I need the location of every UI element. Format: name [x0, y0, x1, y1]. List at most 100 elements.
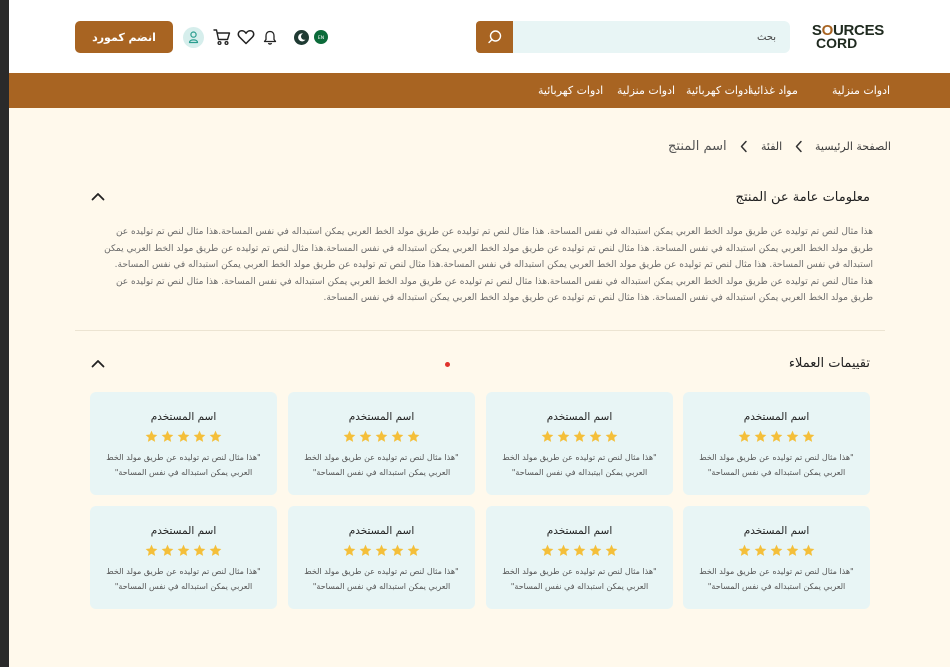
star-icon: [177, 544, 190, 556]
product-description: هذا مثال لنص تم توليده عن طريق مولد الخط…: [104, 227, 873, 303]
account-button[interactable]: [183, 27, 204, 48]
review-card: اسم المستخدم "هذا مثال لنص تم توليده عن ط…: [288, 392, 475, 495]
star-icon: [209, 430, 222, 442]
star-icon: [589, 544, 602, 556]
search-bar: [476, 21, 790, 53]
review-rating: [288, 430, 475, 443]
review-text: "هذا مثال لنص تم توليده عن طريق مولد الخ…: [304, 567, 459, 591]
join-as-supplier-button[interactable]: انضم كمورد: [75, 21, 173, 53]
logo[interactable]: SOURCES CORD: [810, 23, 884, 51]
star-icon: [359, 544, 372, 556]
notifications-button[interactable]: [263, 30, 277, 45]
page: SOURCES CORD EN: [9, 0, 950, 667]
review-username: اسم المستخدم: [348, 525, 415, 537]
star-icon: [177, 430, 190, 442]
review-text: "هذا مثال لنص تم توليده عن طريق مولد الخ…: [699, 567, 854, 591]
chevron-left-icon: [740, 140, 747, 153]
review-card: اسم المستخدم "هذا مثال لنص تم توليده عن ط…: [288, 506, 475, 609]
star-icon: [754, 430, 767, 442]
star-icon: [770, 544, 783, 556]
review-username: اسم المستخدم: [348, 411, 415, 423]
star-icon: [343, 430, 356, 442]
review-username: اسم المستخدم: [546, 525, 613, 537]
review-username: اسم المستخدم: [150, 525, 217, 537]
star-icon: [209, 544, 222, 556]
nav-item-home-tools-2[interactable]: ادوات منزلية: [617, 73, 675, 108]
review-rating: [683, 430, 870, 443]
star-icon: [557, 544, 570, 556]
review-rating: [486, 544, 673, 557]
chevron-left-icon: [795, 140, 802, 153]
breadcrumb-category[interactable]: الفئة: [761, 137, 782, 157]
theme-toggle[interactable]: [294, 30, 309, 45]
chevron-up-icon[interactable]: [91, 192, 105, 201]
review-username: اسم المستخدم: [743, 411, 810, 423]
flag-icon: EN: [314, 30, 328, 44]
star-icon: [786, 544, 799, 556]
review-username: اسم المستخدم: [546, 411, 613, 423]
review-card: اسم المستخدم "هذا مثال لنص تم توليده عن ط…: [90, 506, 277, 609]
chevron-up-icon[interactable]: [91, 359, 105, 368]
search-icon: [487, 30, 501, 44]
review-rating: [90, 430, 277, 443]
review-card: اسم المستخدم "هذا مثال لنص تم توليده عن ط…: [486, 392, 673, 495]
star-icon: [145, 544, 158, 556]
nav-item-food[interactable]: مواد غذائية: [748, 73, 798, 108]
review-text: "هذا مثال لنص تم توليده عن طريق مولد الخ…: [106, 567, 261, 591]
bell-icon: [263, 30, 277, 45]
flag-text: EN: [318, 35, 324, 41]
search-button[interactable]: [476, 21, 513, 53]
star-icon: [161, 430, 174, 442]
cart-button[interactable]: [213, 28, 231, 46]
review-username: اسم المستخدم: [150, 411, 217, 423]
star-icon: [605, 430, 618, 442]
star-icon: [605, 544, 618, 556]
star-icon: [161, 544, 174, 556]
review-card: اسم المستخدم "هذا مثال لنص تم توليده عن ط…: [683, 506, 870, 609]
review-card: اسم المستخدم "هذا مثال لنص تم توليده عن ط…: [90, 392, 277, 495]
star-icon: [738, 430, 751, 442]
review-rating: [90, 544, 277, 557]
star-icon: [193, 430, 206, 442]
star-icon: [786, 430, 799, 442]
star-icon: [407, 544, 420, 556]
review-username: اسم المستخدم: [743, 525, 810, 537]
breadcrumb-home[interactable]: الصفحة الرئيسية: [815, 137, 891, 157]
nav-item-electrical-2[interactable]: ادوات كهربائية: [538, 73, 603, 108]
star-icon: [145, 430, 158, 442]
review-rating: [486, 430, 673, 443]
star-icon: [391, 544, 404, 556]
nav-item-home-tools[interactable]: ادوات منزلية: [832, 73, 890, 108]
language-switch[interactable]: EN: [314, 30, 328, 44]
heart-icon: [237, 29, 255, 45]
star-icon: [802, 430, 815, 442]
section-title-info: معلومات عامة عن المنتج: [735, 190, 870, 205]
user-icon: [183, 27, 204, 48]
cart-icon: [213, 29, 231, 46]
star-icon: [375, 544, 388, 556]
star-icon: [391, 430, 404, 442]
review-text: "هذا مثال لنص تم توليده عن طريق مولد الخ…: [502, 453, 657, 477]
review-card: اسم المستخدم "هذا مثال لنص تم توليده عن ط…: [683, 392, 870, 495]
star-icon: [407, 430, 420, 442]
review-rating: [288, 544, 475, 557]
star-icon: [573, 430, 586, 442]
nav-item-electrical[interactable]: ادوات كهربائية: [686, 73, 751, 108]
star-icon: [802, 544, 815, 556]
star-icon: [541, 430, 554, 442]
moon-icon: [294, 30, 309, 45]
review-text: "هذا مثال لنص تم توليده عن طريق مولد الخ…: [106, 453, 261, 477]
star-icon: [738, 544, 751, 556]
review-text: "هذا مثال لنص تم توليده عن طريق مولد الخ…: [699, 453, 854, 477]
review-text: "هذا مثال لنص تم توليده عن طريق مولد الخ…: [502, 567, 657, 591]
star-icon: [573, 544, 586, 556]
review-text: "هذا مثال لنص تم توليده عن طريق مولد الخ…: [304, 453, 459, 477]
search-input[interactable]: [513, 21, 790, 53]
section-title-reviews: تقييمات العملاء: [788, 356, 870, 371]
star-icon: [193, 544, 206, 556]
indicator-dot: [445, 362, 450, 367]
star-icon: [589, 430, 602, 442]
star-icon: [359, 430, 372, 442]
wishlist-button[interactable]: [237, 29, 255, 45]
review-rating: [683, 544, 870, 557]
